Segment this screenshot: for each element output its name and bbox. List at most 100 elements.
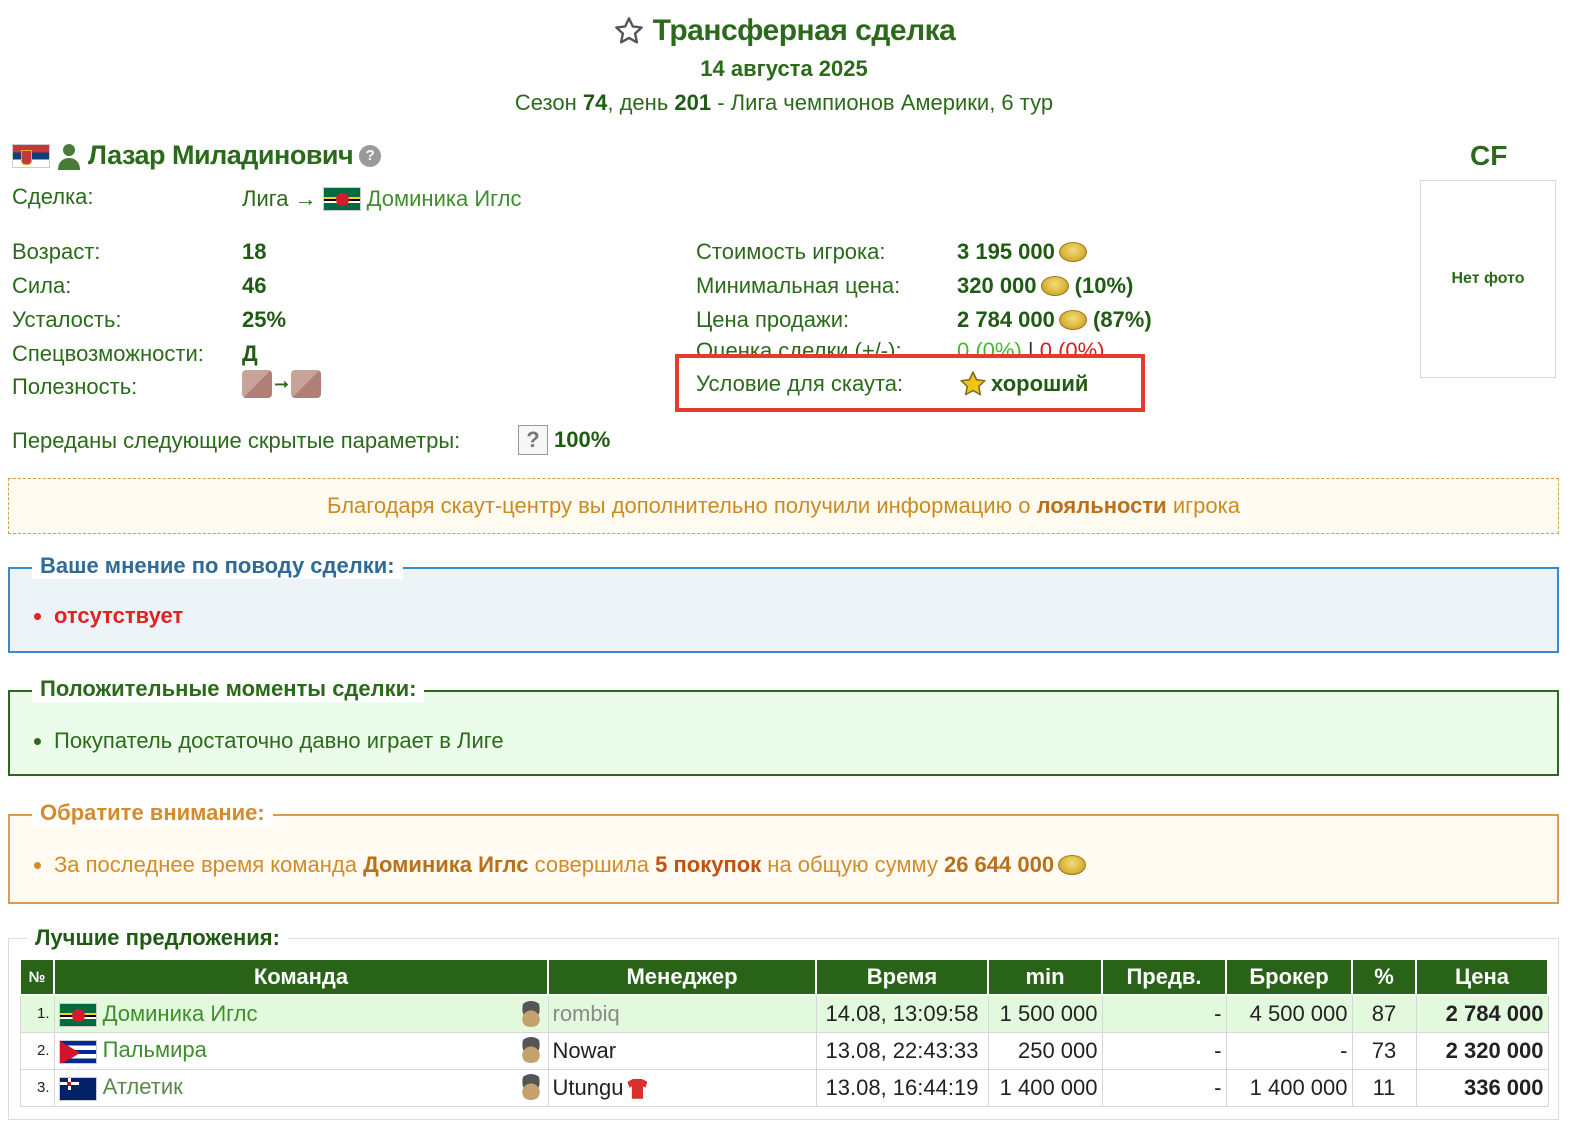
row-pre: - [1101, 994, 1227, 1033]
spy-icon[interactable] [517, 1000, 544, 1027]
coin-icon [1058, 310, 1087, 330]
row-min: 1 400 000 [987, 1068, 1103, 1107]
sale-price-value: 2 784 000 (87%) [957, 307, 1152, 332]
column-header-price[interactable]: Цена [1415, 958, 1549, 996]
row-pct: 87 [1351, 994, 1417, 1033]
deal-route: Лига → Доминика Иглс [242, 186, 522, 212]
min-price-value: 320 000 (10%) [957, 273, 1134, 298]
player-photo: Нет фото [1420, 180, 1556, 378]
row-price: 2 320 000 [1415, 1031, 1549, 1070]
best-offers-panel: Лучшие предложения: № Команда Менеджер В… [8, 925, 1559, 1120]
column-header-min[interactable]: min [987, 958, 1103, 996]
star-outline-icon[interactable] [613, 15, 645, 47]
attention-panel: Обратите внимание: За последнее время ко… [8, 800, 1559, 904]
usefulness-value: ➞ [242, 370, 322, 398]
positives-legend: Положительные моменты сделки: [32, 676, 425, 702]
row-manager: rombiq [547, 994, 817, 1033]
attention-legend: Обратите внимание: [32, 800, 273, 826]
row-price: 336 000 [1415, 1068, 1549, 1107]
special-label: Спецвозможности: [12, 341, 204, 366]
row-time: 13.08, 22:43:33 [815, 1031, 989, 1070]
deal-to-team-link[interactable]: Доминика Иглс [367, 186, 522, 212]
offers-table: № Команда Менеджер Время min Предв. Брок… [19, 958, 1549, 1107]
opinion-legend: Ваше мнение по поводу сделки: [32, 553, 403, 579]
page-title: Трансферная сделка [652, 14, 956, 47]
strength-label: Сила: [12, 273, 72, 298]
age-label: Возраст: [12, 239, 101, 264]
cost-value: 3 195 000 [957, 239, 1087, 265]
row-min: 250 000 [987, 1031, 1103, 1070]
positives-item: Покупатель достаточно давно играет в Лиг… [54, 728, 1557, 754]
highlight-box [675, 354, 1145, 412]
spy-icon[interactable] [517, 1074, 544, 1101]
special-value: Д [242, 341, 258, 366]
column-header-num[interactable]: № [19, 958, 55, 996]
row-pct: 11 [1351, 1068, 1417, 1107]
row-time: 13.08, 16:44:19 [815, 1068, 989, 1107]
scout-notice: Благодаря скаут-центру вы дополнительно … [8, 478, 1559, 534]
team-link[interactable]: Атлетик [103, 1074, 183, 1099]
strength-value: 46 [242, 273, 267, 298]
column-header-pre[interactable]: Предв. [1101, 958, 1227, 996]
column-header-broker[interactable]: Брокер [1225, 958, 1353, 996]
row-team: Пальмира [53, 1031, 549, 1070]
column-header-team[interactable]: Команда [53, 958, 549, 996]
box-icon [291, 370, 322, 398]
row-pre: - [1101, 1031, 1227, 1070]
player-name[interactable]: Лазар Миладинович [88, 140, 354, 171]
opinion-panel: Ваше мнение по поводу сделки: отсутствуе… [8, 553, 1559, 653]
dominica-flag-icon [58, 1002, 97, 1027]
player-position: CF [1470, 140, 1508, 171]
team-link[interactable]: Пальмира [103, 1037, 207, 1062]
coin-icon [1058, 242, 1087, 262]
row-broker: 1 400 000 [1225, 1068, 1353, 1107]
age-value: 18 [242, 239, 267, 264]
manager-link[interactable]: Nowar [553, 1038, 617, 1063]
attention-team-link[interactable]: Доминика Иглс [363, 852, 528, 877]
column-header-pct[interactable]: % [1351, 958, 1417, 996]
cost-label: Стоимость игрока: [696, 239, 886, 264]
row-manager: Utungu [547, 1068, 817, 1107]
season-line: Сезон 74, день 201 - Лига чемпионов Амер… [514, 90, 1054, 115]
fatigue-value: 25% [242, 307, 287, 332]
fatigue-label: Усталость: [12, 307, 122, 332]
row-num: 3. [19, 1068, 55, 1107]
table-header-row: № Команда Менеджер Время min Предв. Брок… [19, 958, 1549, 996]
deal-label: Сделка: [12, 184, 94, 209]
attention-item: За последнее время команда Доминика Иглс… [54, 852, 1557, 878]
row-team: Атлетик [53, 1068, 549, 1107]
serbia-flag-icon [12, 143, 50, 168]
spy-icon[interactable] [517, 1037, 544, 1064]
row-team: Доминика Иглс [53, 994, 549, 1033]
deal-from: Лига → [242, 186, 317, 211]
red-shirt-icon [627, 1078, 648, 1099]
manager-link[interactable]: rombiq [553, 1001, 620, 1026]
question-icon[interactable]: ? [518, 425, 548, 455]
usefulness-label: Полезность: [12, 374, 138, 399]
column-header-time[interactable]: Время [815, 958, 989, 996]
deal-date: 14 августа 2025 [700, 56, 868, 81]
column-header-manager[interactable]: Менеджер [547, 958, 817, 996]
min-price-label: Минимальная цена: [696, 273, 901, 298]
coin-icon [1058, 855, 1087, 875]
table-row: 1. Доминика Иглс rombiq 14.08, 13:09:58 … [19, 994, 1549, 1033]
coin-icon [1040, 276, 1069, 296]
team-link[interactable]: Доминика Иглс [103, 1001, 258, 1026]
page-header: Трансферная сделка 14 августа 2025 Сезон… [0, 14, 1568, 116]
manager-link[interactable]: Utungu [553, 1075, 624, 1100]
sale-price-label: Цена продажи: [696, 307, 850, 332]
row-broker: 4 500 000 [1225, 994, 1353, 1033]
box-icon [242, 370, 272, 398]
player-silhouette-icon [58, 143, 80, 170]
help-icon[interactable]: ? [359, 144, 382, 167]
row-min: 1 500 000 [987, 994, 1103, 1033]
positives-panel: Положительные моменты сделки: Покупатель… [8, 676, 1559, 776]
row-price: 2 784 000 [1415, 994, 1549, 1033]
arrow-right-icon: ➞ [274, 373, 290, 394]
row-broker: - [1225, 1031, 1353, 1070]
opinion-item: отсутствует [54, 603, 1557, 629]
row-pre: - [1101, 1068, 1227, 1107]
row-num: 2. [19, 1031, 55, 1070]
british-flag-icon [58, 1076, 97, 1101]
hidden-params-label: Переданы следующие скрытые параметры: [12, 428, 461, 453]
